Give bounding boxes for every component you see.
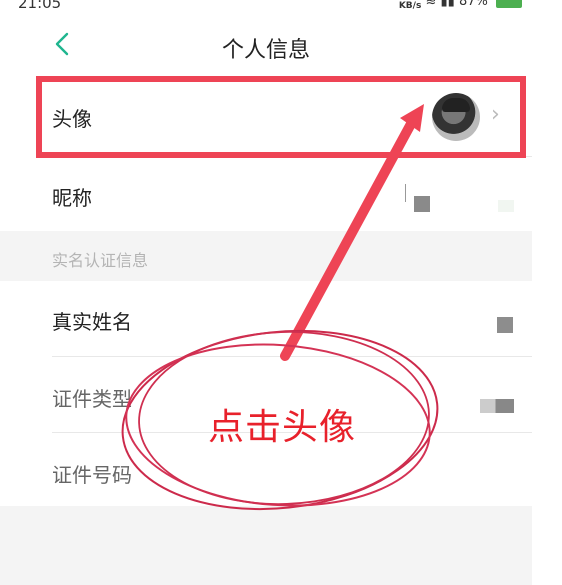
nickname-label: 昵称 <box>52 186 92 210</box>
signal-icon: ▮▮ <box>440 0 455 9</box>
app-screen: 21:05 KB/s ≋ ▮▮ 87% 个人信息 头像 › 昵称 实名认证信息 <box>0 0 532 585</box>
identity-list: 真实姓名 证件类型 证件号码 <box>0 281 532 506</box>
network-speed-unit: KB/s <box>398 1 422 11</box>
battery-text: 87% <box>458 0 488 9</box>
id-type-label: 证件类型 <box>52 387 132 411</box>
battery-icon <box>496 0 522 8</box>
status-bar: 21:05 KB/s ≋ ▮▮ 87% <box>0 0 532 14</box>
id-number-label: 证件号码 <box>52 463 132 487</box>
annotation-text: 点击头像 <box>208 407 357 448</box>
real-name-label: 真实姓名 <box>52 310 132 334</box>
highlight-box <box>36 76 526 158</box>
nickname-value-redacted <box>405 184 412 202</box>
id-type-value-redacted <box>480 399 514 413</box>
status-time: 21:05 <box>18 0 62 12</box>
nickname-row[interactable]: 昵称 <box>0 156 532 231</box>
page-title: 个人信息 <box>221 38 310 63</box>
nickname-arrow-redacted <box>498 200 514 212</box>
nickname-value-redacted <box>414 196 430 212</box>
wifi-icon: ≋ <box>425 0 437 9</box>
section-header: 实名认证信息 <box>0 231 532 281</box>
section-title: 实名认证信息 <box>52 251 149 270</box>
nav-header: 个人信息 <box>0 14 532 76</box>
real-name-value-redacted <box>497 317 513 333</box>
row-divider <box>52 356 532 357</box>
status-indicators: KB/s ≋ ▮▮ 87% <box>398 0 522 11</box>
